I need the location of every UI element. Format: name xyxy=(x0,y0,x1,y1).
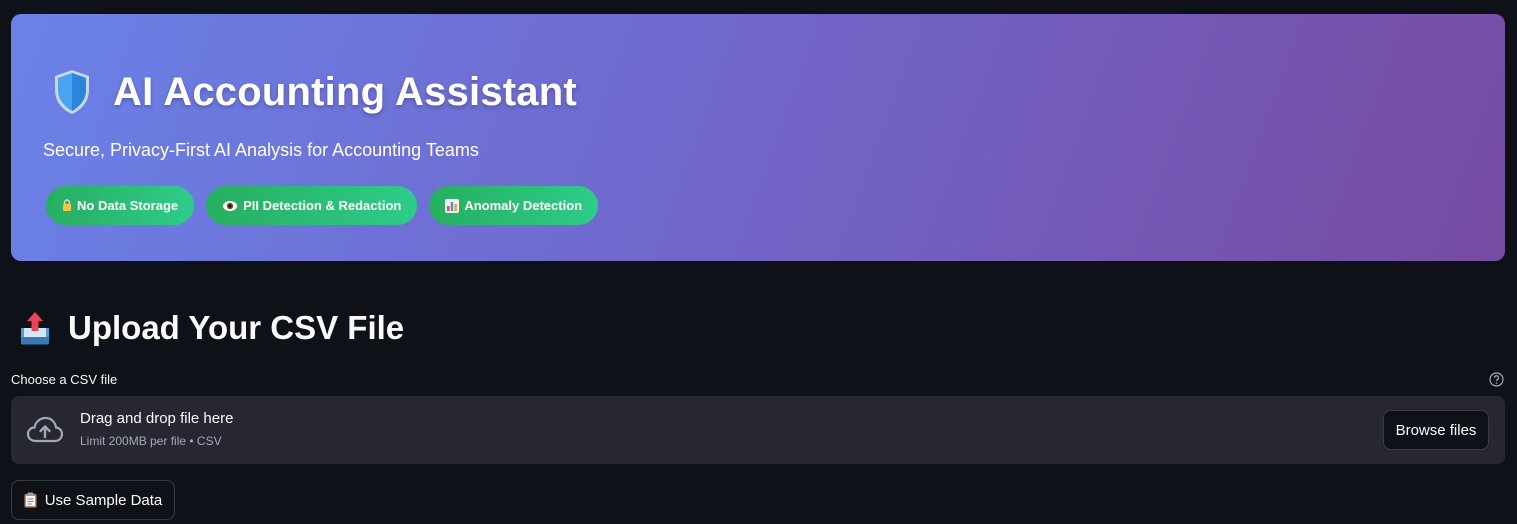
shield-icon xyxy=(55,70,89,114)
badge-label: Anomaly Detection xyxy=(464,198,583,213)
cloud-upload-icon xyxy=(26,416,64,443)
file-dropzone[interactable]: Drag and drop file here Limit 200MB per … xyxy=(11,396,1505,464)
badge-label: No Data Storage xyxy=(77,198,179,213)
help-circle-icon[interactable] xyxy=(1489,372,1504,387)
inbox-tray-icon xyxy=(21,312,49,345)
badge-anomaly-detection: Anomaly Detection xyxy=(429,186,599,225)
hero-banner: AI Accounting Assistant Secure, Privacy-… xyxy=(11,14,1505,261)
eye-icon xyxy=(222,200,238,212)
use-sample-data-button[interactable]: Use Sample Data xyxy=(11,480,175,520)
badge-pii-detection: PII Detection & Redaction xyxy=(206,186,418,225)
upload-heading: Upload Your CSV File xyxy=(18,309,404,347)
dropzone-instructions: Drag and drop file here xyxy=(80,410,234,427)
hero-title-row: AI Accounting Assistant xyxy=(51,68,577,116)
use-sample-data-label: Use Sample Data xyxy=(44,491,163,509)
page-title: AI Accounting Assistant xyxy=(113,69,577,114)
clipboard-icon xyxy=(24,492,37,508)
upload-section-title: Upload Your CSV File xyxy=(68,309,405,346)
feature-badges: No Data Storage PII Detection & Redactio… xyxy=(46,186,599,225)
badge-no-data-storage: No Data Storage xyxy=(46,186,195,225)
hero-subtitle: Secure, Privacy-First AI Analysis for Ac… xyxy=(43,140,479,160)
file-uploader-label: Choose a CSV file xyxy=(11,372,118,387)
dropzone-limit-text: Limit 200MB per file • CSV xyxy=(80,434,222,448)
lock-icon xyxy=(62,199,72,212)
browse-files-button[interactable]: Browse files xyxy=(1383,410,1489,450)
bar-chart-icon xyxy=(445,198,460,213)
badge-label: PII Detection & Redaction xyxy=(243,198,402,213)
